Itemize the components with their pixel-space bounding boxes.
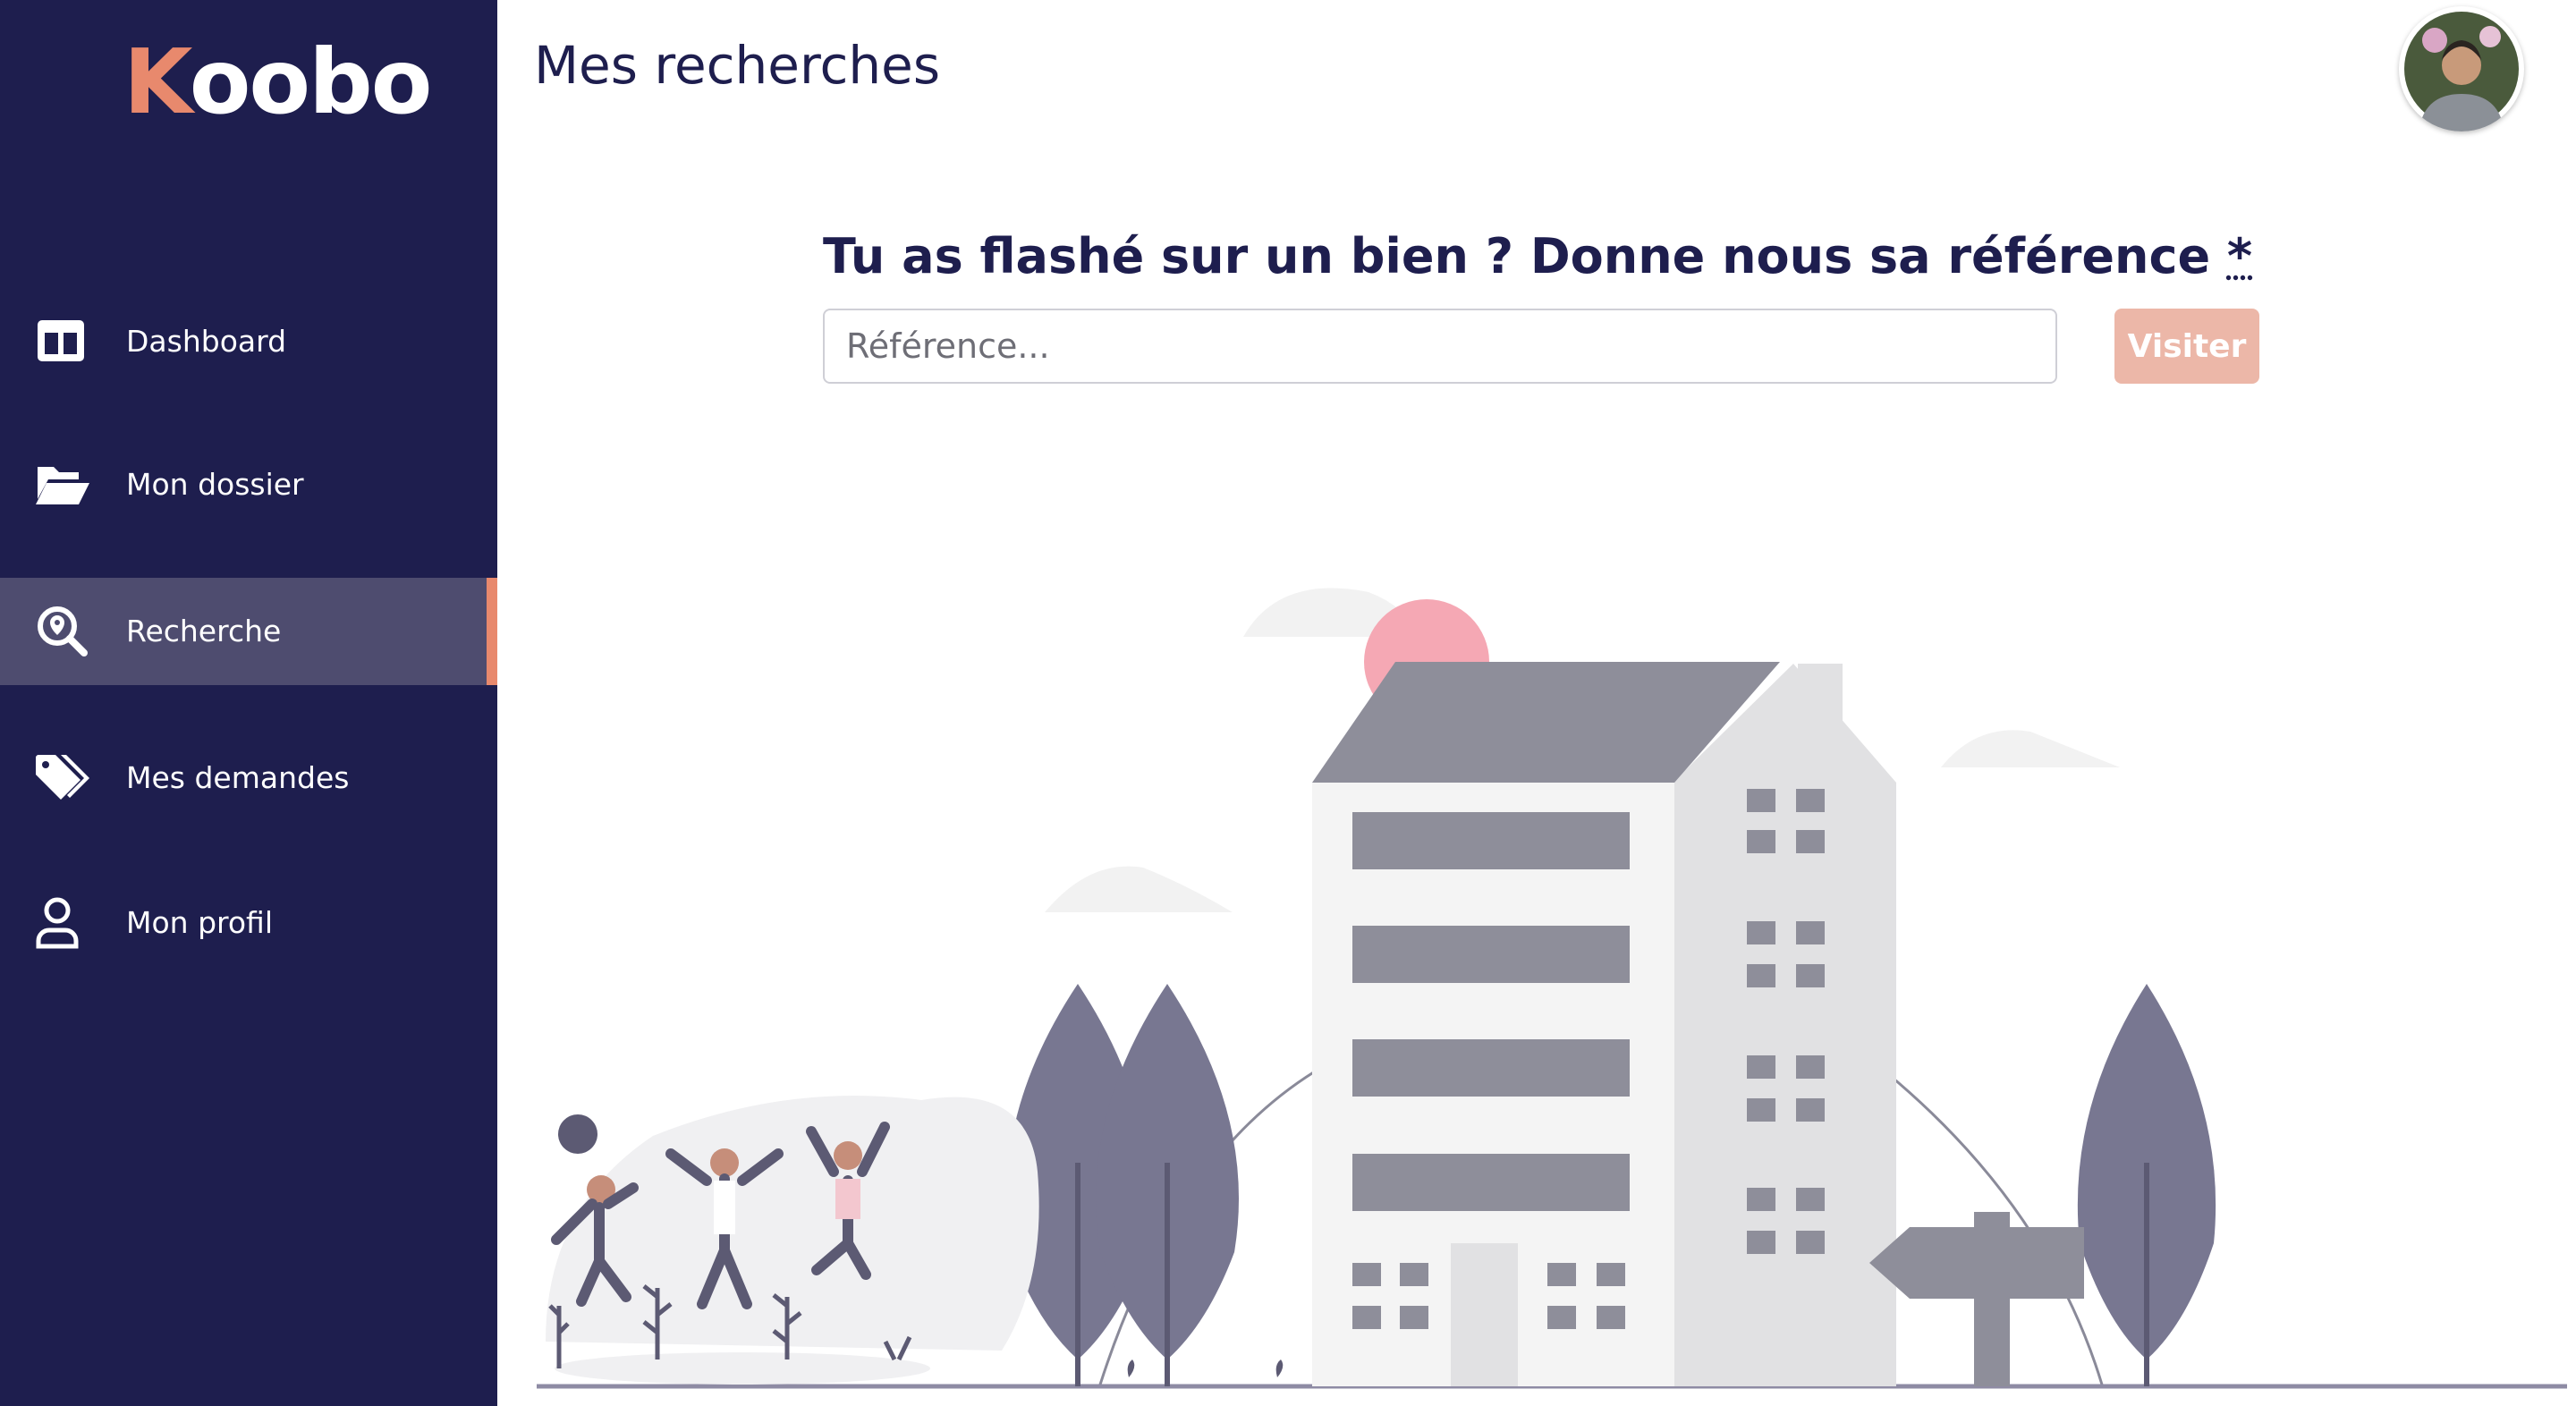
sidebar-item-mes-demandes[interactable]: Mes demandes: [0, 724, 497, 832]
search-location-icon: [38, 606, 88, 656]
koobo-logo[interactable]: Koobo: [123, 38, 432, 127]
visit-button[interactable]: Visiter: [2114, 309, 2259, 384]
sidebar-item-label: Mon profil: [126, 905, 274, 940]
sidebar-item-recherche[interactable]: Recherche: [0, 578, 497, 685]
sidebar-item-dashboard[interactable]: Dashboard: [0, 288, 497, 395]
reference-question: Tu as flashé sur un bien ? Donne nous sa…: [823, 228, 2253, 284]
user-avatar[interactable]: [2399, 6, 2524, 131]
reference-input[interactable]: [823, 309, 2057, 384]
page-title: Mes recherches: [534, 35, 941, 96]
folder-open-icon: [36, 467, 89, 504]
sidebar: Koobo Dashboard Mon dossier Recherche Me…: [0, 0, 497, 1406]
user-icon: [36, 897, 79, 949]
sidebar-item-label: Recherche: [126, 614, 282, 648]
sidebar-item-label: Mon dossier: [126, 467, 304, 502]
house-search-illustration: [537, 588, 2567, 1389]
columns-icon: [38, 320, 84, 361]
avatar-photo-icon: [2404, 12, 2519, 131]
sidebar-item-label: Mes demandes: [126, 760, 350, 795]
required-mark: *: [2226, 228, 2253, 284]
sidebar-item-label: Dashboard: [126, 324, 287, 359]
tags-icon: [36, 755, 89, 800]
sidebar-item-mon-dossier[interactable]: Mon dossier: [0, 431, 497, 538]
sidebar-item-mon-profil[interactable]: Mon profil: [0, 869, 497, 977]
